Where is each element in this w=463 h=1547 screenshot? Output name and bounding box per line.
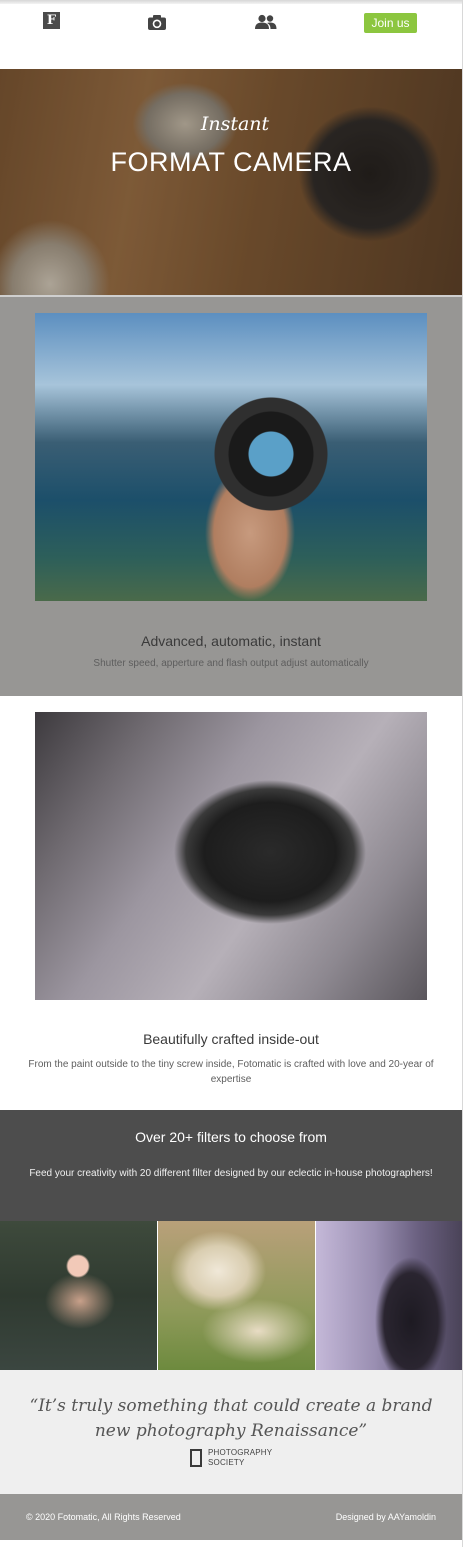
copyright-text: © 2020 Fotomatic, All Rights Reserved	[26, 1512, 181, 1522]
frame-icon	[190, 1449, 202, 1467]
society-logo: PHOTOGRAPHY SOCIETY	[190, 1446, 272, 1470]
filters-section: Over 20+ filters to choose from Feed you…	[0, 1110, 462, 1221]
feature-title: Advanced, automatic, instant	[141, 633, 321, 649]
logo-icon[interactable]: F	[43, 12, 60, 29]
filters-title: Over 20+ filters to choose from	[135, 1129, 327, 1145]
quote-text: “It’s truly something that could create …	[29, 1396, 433, 1441]
testimonial: “It’s truly something that could create …	[0, 1370, 462, 1494]
footer: © 2020 Fotomatic, All Rights Reserved De…	[0, 1494, 462, 1540]
feature-subtitle: From the paint outside to the tiny screw…	[28, 1059, 434, 1085]
gallery-photo-blossoms	[158, 1221, 315, 1370]
gallery-photo-photographer	[316, 1221, 462, 1370]
society-line-1: PHOTOGRAPHY	[208, 1448, 273, 1457]
camera-closeup-photo	[35, 712, 427, 1000]
group-icon[interactable]	[254, 12, 277, 32]
top-nav: F Join us	[0, 4, 462, 68]
bottom-spacer	[0, 1540, 462, 1547]
hero-banner: Instant FORMAT CAMERA	[0, 69, 462, 296]
filters-subtitle: Feed your creativity with 20 different f…	[29, 1168, 433, 1179]
hero-kicker: Instant	[200, 113, 270, 135]
camera-icon[interactable]	[147, 12, 167, 32]
join-us-button[interactable]: Join us	[364, 13, 417, 33]
gallery-photo-flower	[0, 1221, 157, 1370]
society-name: PHOTOGRAPHY SOCIETY	[208, 1448, 272, 1468]
feature-title: Beautifully crafted inside-out	[143, 1031, 319, 1047]
hero-image	[0, 69, 462, 296]
lens-lake-photo	[35, 313, 427, 601]
hero-title: FORMAT CAMERA	[110, 147, 352, 177]
filter-gallery	[0, 1221, 462, 1370]
page: F Join us Instant FORMAT CAMERA Advanced…	[0, 0, 463, 1547]
designer-credit: Designed by AAYamoldin	[335, 1512, 436, 1522]
feature-subtitle: Shutter speed, apperture and flash outpu…	[93, 658, 369, 669]
society-line-2: SOCIETY	[208, 1458, 245, 1467]
feature-section-automatic: Advanced, automatic, instant Shutter spe…	[0, 297, 462, 696]
